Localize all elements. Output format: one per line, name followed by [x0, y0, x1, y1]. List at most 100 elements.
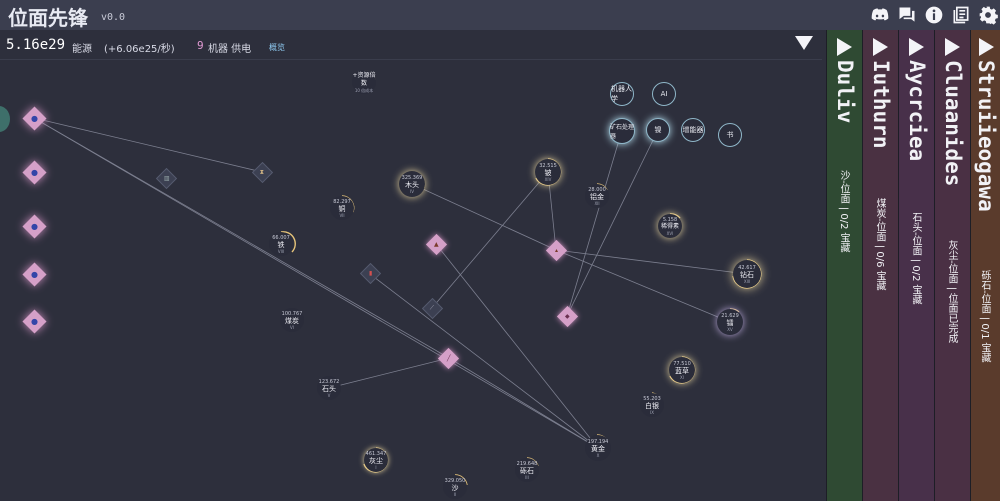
node-name: 钻石: [740, 270, 754, 279]
chat-icon[interactable]: [896, 4, 918, 26]
tech-node-ore-processor[interactable]: 矿石处理器: [609, 118, 635, 144]
expand-triangle-icon: [979, 38, 994, 56]
tech-node-robotics[interactable]: 机器人学: [610, 82, 634, 106]
resource-node-coal[interactable]: 100.767 煤炭 VI: [280, 308, 304, 332]
planet-name: Iuthurn: [869, 60, 893, 149]
node-name: 蓝草: [675, 366, 689, 375]
app-title: 位面先锋: [8, 6, 88, 30]
node-level: IX: [650, 409, 654, 415]
title-bar: 位面先锋 v0.0: [0, 0, 1000, 30]
resource-node-silver[interactable]: 55.203 白银 IX: [640, 393, 664, 417]
planet-tab-cluaanides[interactable]: Cluaanides 灰尘-位面 | 位面已完成: [934, 30, 970, 501]
planet-name: Struiieogawa: [974, 60, 998, 212]
tech-node-nickel[interactable]: 镍: [646, 118, 670, 142]
changelog-icon[interactable]: [950, 4, 972, 26]
energy-value: 5.16e29: [6, 37, 66, 53]
node-name: 木头: [405, 180, 419, 189]
resource-node-aluminum[interactable]: 28.000 铝金 XII: [585, 184, 609, 208]
tech-label: 机器人学: [611, 85, 632, 103]
node-name: +资源倍数: [352, 71, 376, 87]
expand-triangle-icon: [909, 38, 924, 56]
planet-subtitle: 沙-位面 | 0/2 宝藏: [838, 170, 849, 253]
node-level: XVI: [666, 230, 674, 236]
planet-subtitle: 灰尘-位面 | 位面已完成: [946, 240, 957, 344]
resource-node-bluegrass[interactable]: 77.510 蓝草 XI: [669, 357, 695, 383]
overview-link[interactable]: 概览: [269, 42, 285, 53]
node-name: 铝金: [590, 192, 604, 201]
resource-node-sand[interactable]: 329.050 沙 II: [443, 475, 467, 499]
node-level: VII: [339, 212, 345, 218]
node-level: XIII: [743, 278, 751, 284]
info-icon[interactable]: [923, 4, 945, 26]
tech-label: 镍: [654, 126, 662, 134]
node-level: XI: [680, 374, 684, 380]
resource-node-radium[interactable]: 21.629 镭 XV: [717, 309, 743, 335]
resource-node-beryllium[interactable]: 32.515 铍 XIV: [535, 159, 561, 185]
node-level: I: [375, 464, 377, 470]
planet-name: Cluaanides: [941, 60, 965, 187]
node-name: 铁: [277, 240, 285, 249]
planet-tab-iuthurn[interactable]: Iuthurn 煤炭-位面 | 0/6 宝藏: [862, 30, 898, 501]
node-level: VIII: [277, 248, 285, 254]
resource-node-wood[interactable]: 325.369 木头 IV: [399, 171, 425, 197]
machine-count: 9: [197, 39, 204, 52]
node-name: 铜: [338, 204, 346, 213]
machine-label: 机器 供电: [208, 44, 252, 55]
app-version: v0.0: [101, 12, 126, 23]
tech-label: 矿石处理器: [610, 124, 635, 140]
resource-multiplier-node[interactable]: +资源倍数 10 倍成本: [352, 70, 376, 94]
node-level: VI: [290, 324, 294, 330]
node-name: 煤炭: [285, 316, 299, 325]
expand-triangle-icon: [837, 38, 852, 56]
node-level: II: [453, 491, 457, 497]
resource-node-gravel[interactable]: 219.648 砾石 III: [515, 458, 539, 482]
resource-node-rare-element[interactable]: 5.158 稀得素 XVI: [658, 214, 682, 238]
resource-node-copper[interactable]: 82.297 铜 VII: [330, 196, 354, 220]
planet-name: Aycrciea: [905, 60, 929, 162]
node-name: 黄金: [591, 444, 605, 453]
node-level: 10 倍成本: [354, 87, 374, 93]
node-level: XV: [727, 326, 733, 332]
node-name: 镭: [726, 318, 734, 327]
collapse-triangle-icon[interactable]: [795, 36, 813, 50]
node-level: IV: [410, 188, 414, 194]
tech-label: 书: [726, 131, 734, 139]
tech-node-ai[interactable]: AI: [652, 82, 676, 106]
tech-node-book[interactable]: 书: [718, 123, 742, 147]
tech-label: AI: [660, 90, 668, 98]
node-level: III: [525, 474, 529, 480]
resource-node-dust[interactable]: 461.347 灰尘 I: [364, 448, 388, 472]
node-name: 稀得素: [660, 222, 679, 230]
node-name: 砾石: [520, 466, 534, 475]
node-name: 白银: [645, 401, 659, 410]
node-level: XII: [594, 200, 600, 206]
resource-node-diamond[interactable]: 42.617 钻石 XIII: [733, 260, 761, 288]
node-level: XIV: [544, 176, 552, 182]
planet-tab-duliv[interactable]: Duliv 沙-位面 | 0/2 宝藏: [826, 30, 862, 501]
planet-subtitle: 砾石-位面 | 0/1 宝藏: [979, 270, 990, 363]
settings-icon[interactable]: [977, 4, 999, 26]
discord-icon[interactable]: [869, 4, 891, 26]
node-level: X: [596, 452, 600, 458]
resource-node-stone[interactable]: 123.672 石头 V: [317, 376, 341, 400]
planet-tab-aycrciea[interactable]: Aycrciea 石头-位面 | 0/2 宝藏: [898, 30, 934, 501]
node-name: 铍: [544, 168, 552, 177]
stats-bar: 5.16e29 能源 (+6.06e25/秒) 9 机器 供电 概览: [0, 33, 822, 60]
node-level: V: [327, 392, 331, 398]
resource-node-gold[interactable]: 197.194 黄金 X: [585, 435, 611, 461]
expand-triangle-icon: [873, 38, 888, 56]
expand-triangle-icon: [945, 38, 960, 56]
planet-subtitle: 煤炭-位面 | 0/6 宝藏: [874, 198, 885, 291]
energy-rate: (+6.06e25/秒): [104, 44, 175, 55]
energy-label: 能源: [72, 44, 92, 55]
node-name: 沙: [451, 483, 459, 492]
planet-tab-struiieogawa[interactable]: Struiieogawa 砾石-位面 | 0/1 宝藏: [970, 30, 1000, 501]
planet-subtitle: 石头-位面 | 0/2 宝藏: [910, 212, 921, 305]
node-name: 石头: [322, 384, 336, 393]
tech-label: 增能器: [682, 126, 704, 134]
planet-graph[interactable]: ● ● ● ● ● ▥ ⧗ ▮ ⟋ ▲ ▴ ◆ ╱ 机器人学 AI 矿石处理器 …: [0, 60, 826, 501]
planet-name: Duliv: [833, 60, 857, 124]
resource-node-iron[interactable]: 66.007 铁 VIII: [269, 232, 293, 256]
tech-node-booster[interactable]: 增能器: [681, 118, 705, 142]
node-name: 灰尘: [369, 456, 383, 465]
